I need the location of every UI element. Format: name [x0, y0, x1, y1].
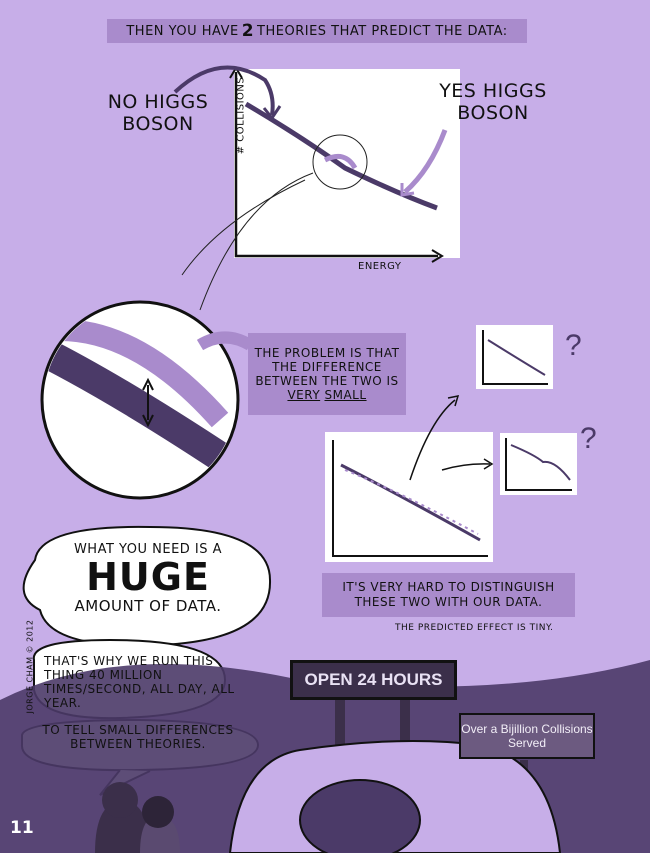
- sign-bijillion: Over a Bijillion Collisions Served: [459, 713, 595, 759]
- question-mark-1: ?: [565, 329, 582, 362]
- caption-top: THEN YOU HAVE 2 THEORIES THAT PREDICT TH…: [107, 19, 527, 43]
- axis-y-label: # COLLISIONS: [235, 76, 247, 155]
- signature: JORGE CHAM © 2012: [25, 619, 35, 714]
- label-no-higgs: NO HIGGS BOSON: [107, 91, 209, 135]
- bubble-40m: THAT'S WHY WE RUN THIS THING 40 MILLION …: [44, 654, 235, 710]
- bubble-huge: WHAT YOU NEED IS A HUGE AMOUNT OF DATA.: [32, 532, 264, 640]
- page-number: 11: [10, 818, 34, 838]
- data-panel: [325, 432, 493, 562]
- comic-page: ? ? THEN YOU HAVE 2 THEORIES THAT PREDIC…: [0, 0, 650, 853]
- hard-caption: IT'S VERY HARD TO DISTINGUISH THESE TWO …: [322, 573, 575, 617]
- problem-text: THE PROBLEM IS THAT THE DIFFERENCE BETWE…: [254, 346, 400, 388]
- bubble-small-diff: TO TELL SMALL DIFFERENCES BETWEEN THEORI…: [42, 723, 234, 751]
- axis-x-label: ENERGY: [358, 261, 402, 272]
- tiny-caption: THE PREDICTED EFFECT IS TINY.: [395, 623, 554, 633]
- caption-top-post: THEORIES THAT PREDICT THE DATA:: [257, 23, 508, 39]
- bubble-huge-post: AMOUNT OF DATA.: [74, 597, 222, 615]
- problem-very: VERY: [287, 388, 321, 402]
- question-mark-2: ?: [580, 422, 597, 455]
- caption-top-pre: THEN YOU HAVE: [126, 23, 239, 39]
- problem-caption: THE PROBLEM IS THAT THE DIFFERENCE BETWE…: [248, 333, 406, 415]
- problem-small: SMALL: [324, 388, 367, 402]
- sign-open-24: OPEN 24 HOURS: [290, 660, 457, 700]
- label-yes-higgs: YES HIGGS BOSON: [439, 80, 547, 124]
- caption-top-num: 2: [241, 21, 255, 41]
- bubble-huge-big: HUGE: [86, 555, 210, 599]
